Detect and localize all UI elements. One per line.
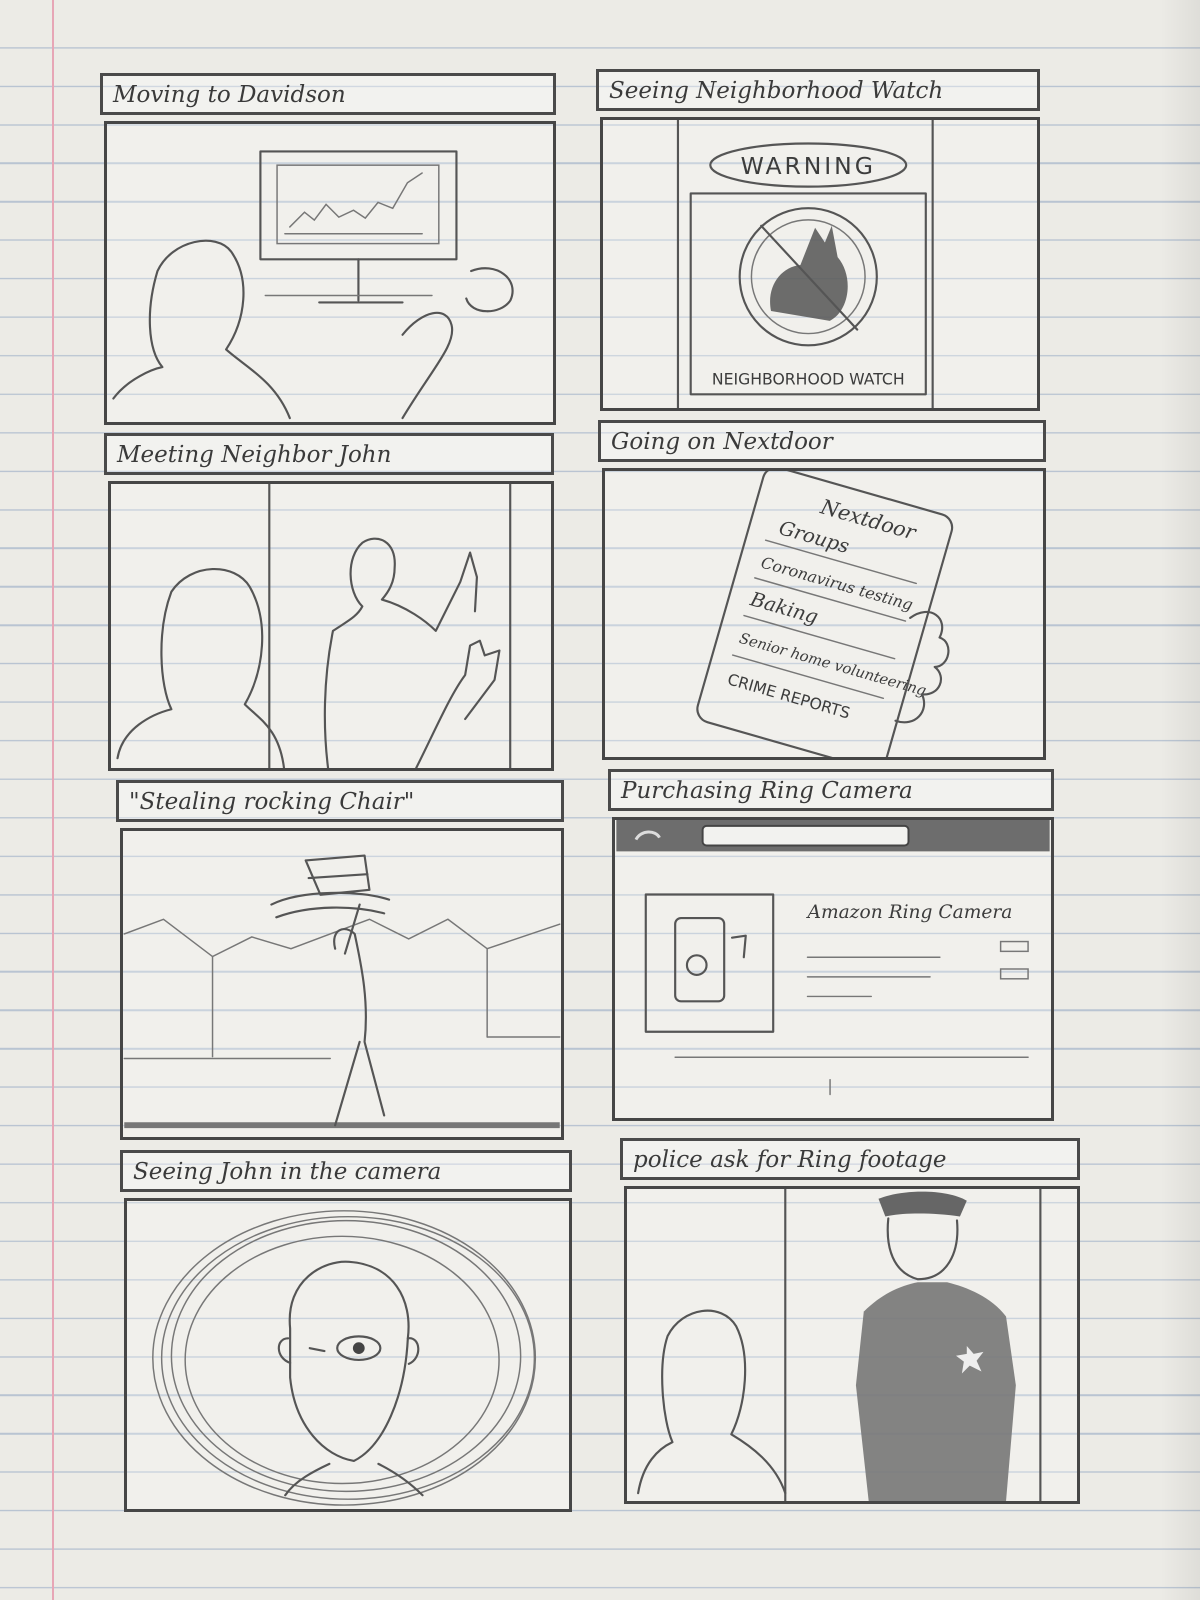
panel-drawing-frame xyxy=(108,481,554,771)
panel-drawing-frame xyxy=(124,1198,572,1512)
nextdoor-phone-sketch: Nextdoor Groups Coronavirus testing Baki… xyxy=(696,471,954,757)
panel-drawing-frame: WARNING NEIGHBORHOOD WATCH xyxy=(600,117,1040,411)
storyboard-panel-7: Seeing John in the camera xyxy=(120,1150,572,1512)
product-name-text: Amazon Ring Camera xyxy=(806,902,1013,923)
panel-title-box: Seeing Neighborhood Watch xyxy=(596,69,1040,111)
panel-title: police ask for Ring footage xyxy=(633,1147,947,1173)
panel-drawing-frame: Amazon Ring Camera xyxy=(612,817,1054,1121)
panel-title-box: Purchasing Ring Camera xyxy=(608,769,1054,811)
storyboard-panel-6: Purchasing Ring Camera Amazon Ring Camer… xyxy=(608,769,1054,1121)
panel-title-box: Going on Nextdoor xyxy=(598,420,1046,462)
stealing-rocking-chair-sketch xyxy=(123,854,561,1129)
panel-title: Seeing John in the camera xyxy=(133,1159,442,1185)
storyboard-panel-5: "Stealing rocking Chair" xyxy=(116,780,564,1140)
panel-title: Seeing Neighborhood Watch xyxy=(609,78,944,104)
nextdoor-list-item: CRIME REPORTS xyxy=(725,669,852,722)
notebook-margin-line xyxy=(52,0,54,1600)
storyboard-panel-2: Seeing Neighborhood Watch WARNING NEIGHB… xyxy=(596,69,1040,411)
neighbor-waving-sketch xyxy=(116,484,512,768)
sign-neighborhood-watch-text: NEIGHBORHOOD WATCH xyxy=(712,369,905,388)
panel-drawing-frame xyxy=(120,828,564,1140)
panel-title: Moving to Davidson xyxy=(113,82,346,108)
panel-title: Going on Nextdoor xyxy=(611,429,833,455)
john-in-camera-sketch xyxy=(152,1210,537,1506)
paper-shadow xyxy=(1160,0,1200,1600)
panel-title: Purchasing Ring Camera xyxy=(621,778,913,804)
panel-drawing-frame xyxy=(624,1186,1080,1504)
storyboard-panel-4: Going on Nextdoor Nextdoor Groups Corona… xyxy=(598,420,1046,760)
ring-camera-product-page-sketch: Amazon Ring Camera xyxy=(616,820,1050,1096)
panel-title-box: Moving to Davidson xyxy=(100,73,556,115)
person-at-computer-sketch xyxy=(112,150,514,420)
panel-drawing-frame: Nextdoor Groups Coronavirus testing Baki… xyxy=(602,468,1046,760)
panel-title-box: Seeing John in the camera xyxy=(120,1150,572,1192)
police-officer-at-door-sketch xyxy=(637,1189,1042,1501)
panel-title-box: police ask for Ring footage xyxy=(620,1138,1080,1180)
sign-warning-text: WARNING xyxy=(741,152,876,180)
panel-drawing-frame xyxy=(104,121,556,425)
storyboard-panel-1: Moving to Davidson xyxy=(100,73,556,425)
neighborhood-watch-sign-sketch: WARNING NEIGHBORHOOD WATCH xyxy=(676,120,934,408)
panel-title: Meeting Neighbor John xyxy=(117,442,392,468)
panel-title-box: "Stealing rocking Chair" xyxy=(116,780,564,822)
storyboard-panel-8: police ask for Ring footage xyxy=(620,1138,1080,1504)
panel-title: "Stealing rocking Chair" xyxy=(129,789,415,815)
panel-title-box: Meeting Neighbor John xyxy=(104,433,554,475)
storyboard-panel-3: Meeting Neighbor John xyxy=(104,433,554,771)
